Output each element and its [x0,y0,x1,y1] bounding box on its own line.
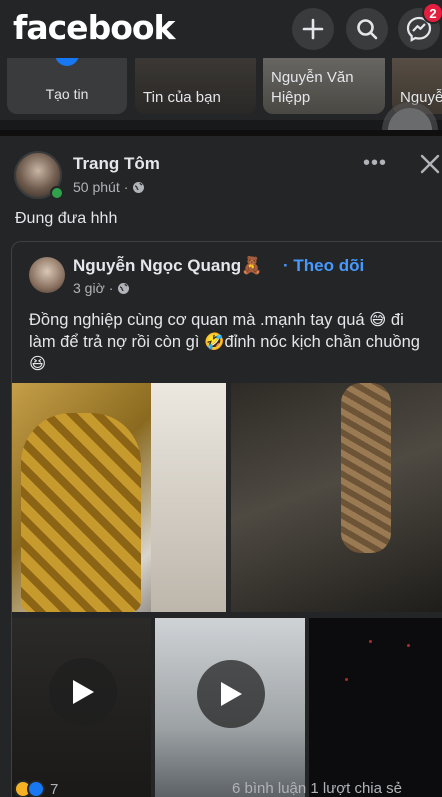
create-button[interactable] [292,8,334,50]
friend-story-label: Nguyễn Văn Hiệpp [271,69,354,106]
create-story-card[interactable]: Tạo tin [7,58,127,114]
post-time[interactable]: 50 phút [73,179,120,195]
photo-person-shape [21,413,141,612]
my-story-label: Tin của bạn [143,89,221,106]
post-stats-bar: 7 6 bình luận 1 lượt chia sẻ [0,780,442,797]
shared-author-avatar[interactable] [29,257,65,293]
post-caption: Đung đưa hhh [15,210,118,227]
shared-post-time[interactable]: 3 giờ [73,280,105,296]
reactions-summary[interactable]: 7 [14,780,58,797]
media-video-2[interactable] [155,618,305,797]
feed-post: Trang Tôm 50 phút · ••• Đung đưa hhh Ngu… [0,136,442,797]
play-button[interactable] [49,658,117,726]
media-video-1[interactable] [12,618,151,797]
follow-label[interactable]: Theo dõi [293,256,364,275]
shared-post-text: Đồng nghiệp cùng cơ quan mà .mạnh tay qu… [29,311,420,373]
photo-leg-shape [341,383,391,553]
globe-icon [133,181,145,193]
meta-separator: · [108,280,114,296]
comments-shares-count[interactable]: 6 bình luận 1 lượt chia sẻ [232,780,402,797]
more-options-icon[interactable]: ••• [363,152,387,175]
friend-story-card-partial[interactable]: Nguyễ Hân [392,58,442,114]
play-icon [221,682,242,706]
light-dot [345,678,348,681]
search-icon [357,19,378,40]
my-story-card[interactable]: Tin của bạn [135,58,256,114]
shared-post-meta: 3 giờ · [73,280,130,296]
play-icon [73,680,94,704]
follow-separator: · [283,256,289,275]
photo-door-area [151,383,226,612]
shared-author-name[interactable]: Nguyễn Ngọc Quang🧸 [73,256,262,276]
create-story-plus-icon [55,58,79,66]
online-status-dot [50,186,64,200]
post-author-name[interactable]: Trang Tôm [73,154,160,174]
meta-separator: · [123,179,129,195]
messenger-button[interactable]: 2 [398,2,442,50]
facebook-logo[interactable]: facebook [13,8,175,47]
globe-icon [118,282,130,294]
reactions-count: 7 [50,780,59,797]
media-photo-2[interactable] [231,383,442,612]
post-meta: 50 phút · [73,179,145,195]
light-dot [407,644,410,647]
shared-post[interactable]: Nguyễn Ngọc Quang🧸 · Theo dõi 3 giờ · Đồ… [11,241,442,797]
play-button[interactable] [197,660,265,728]
like-reaction-icon [27,780,45,797]
notification-badge: 2 [422,2,442,24]
follow-link[interactable]: · Theo dõi [283,256,364,276]
friend-story-card[interactable]: Nguyễn Văn Hiệpp [263,58,385,114]
stories-strip: Tạo tin Tin của bạn Nguyễn Văn Hiệpp Ngu… [0,58,442,120]
search-button[interactable] [346,8,388,50]
top-app-bar: facebook 2 [0,0,442,58]
plus-icon [302,18,324,40]
friend-story-label-partial: Nguyễ Hân [400,89,442,106]
media-photo-1[interactable] [12,383,226,612]
media-video-3[interactable] [309,618,442,797]
close-icon[interactable] [418,152,442,176]
create-story-label: Tạo tin [45,86,89,102]
light-dot [369,640,372,643]
